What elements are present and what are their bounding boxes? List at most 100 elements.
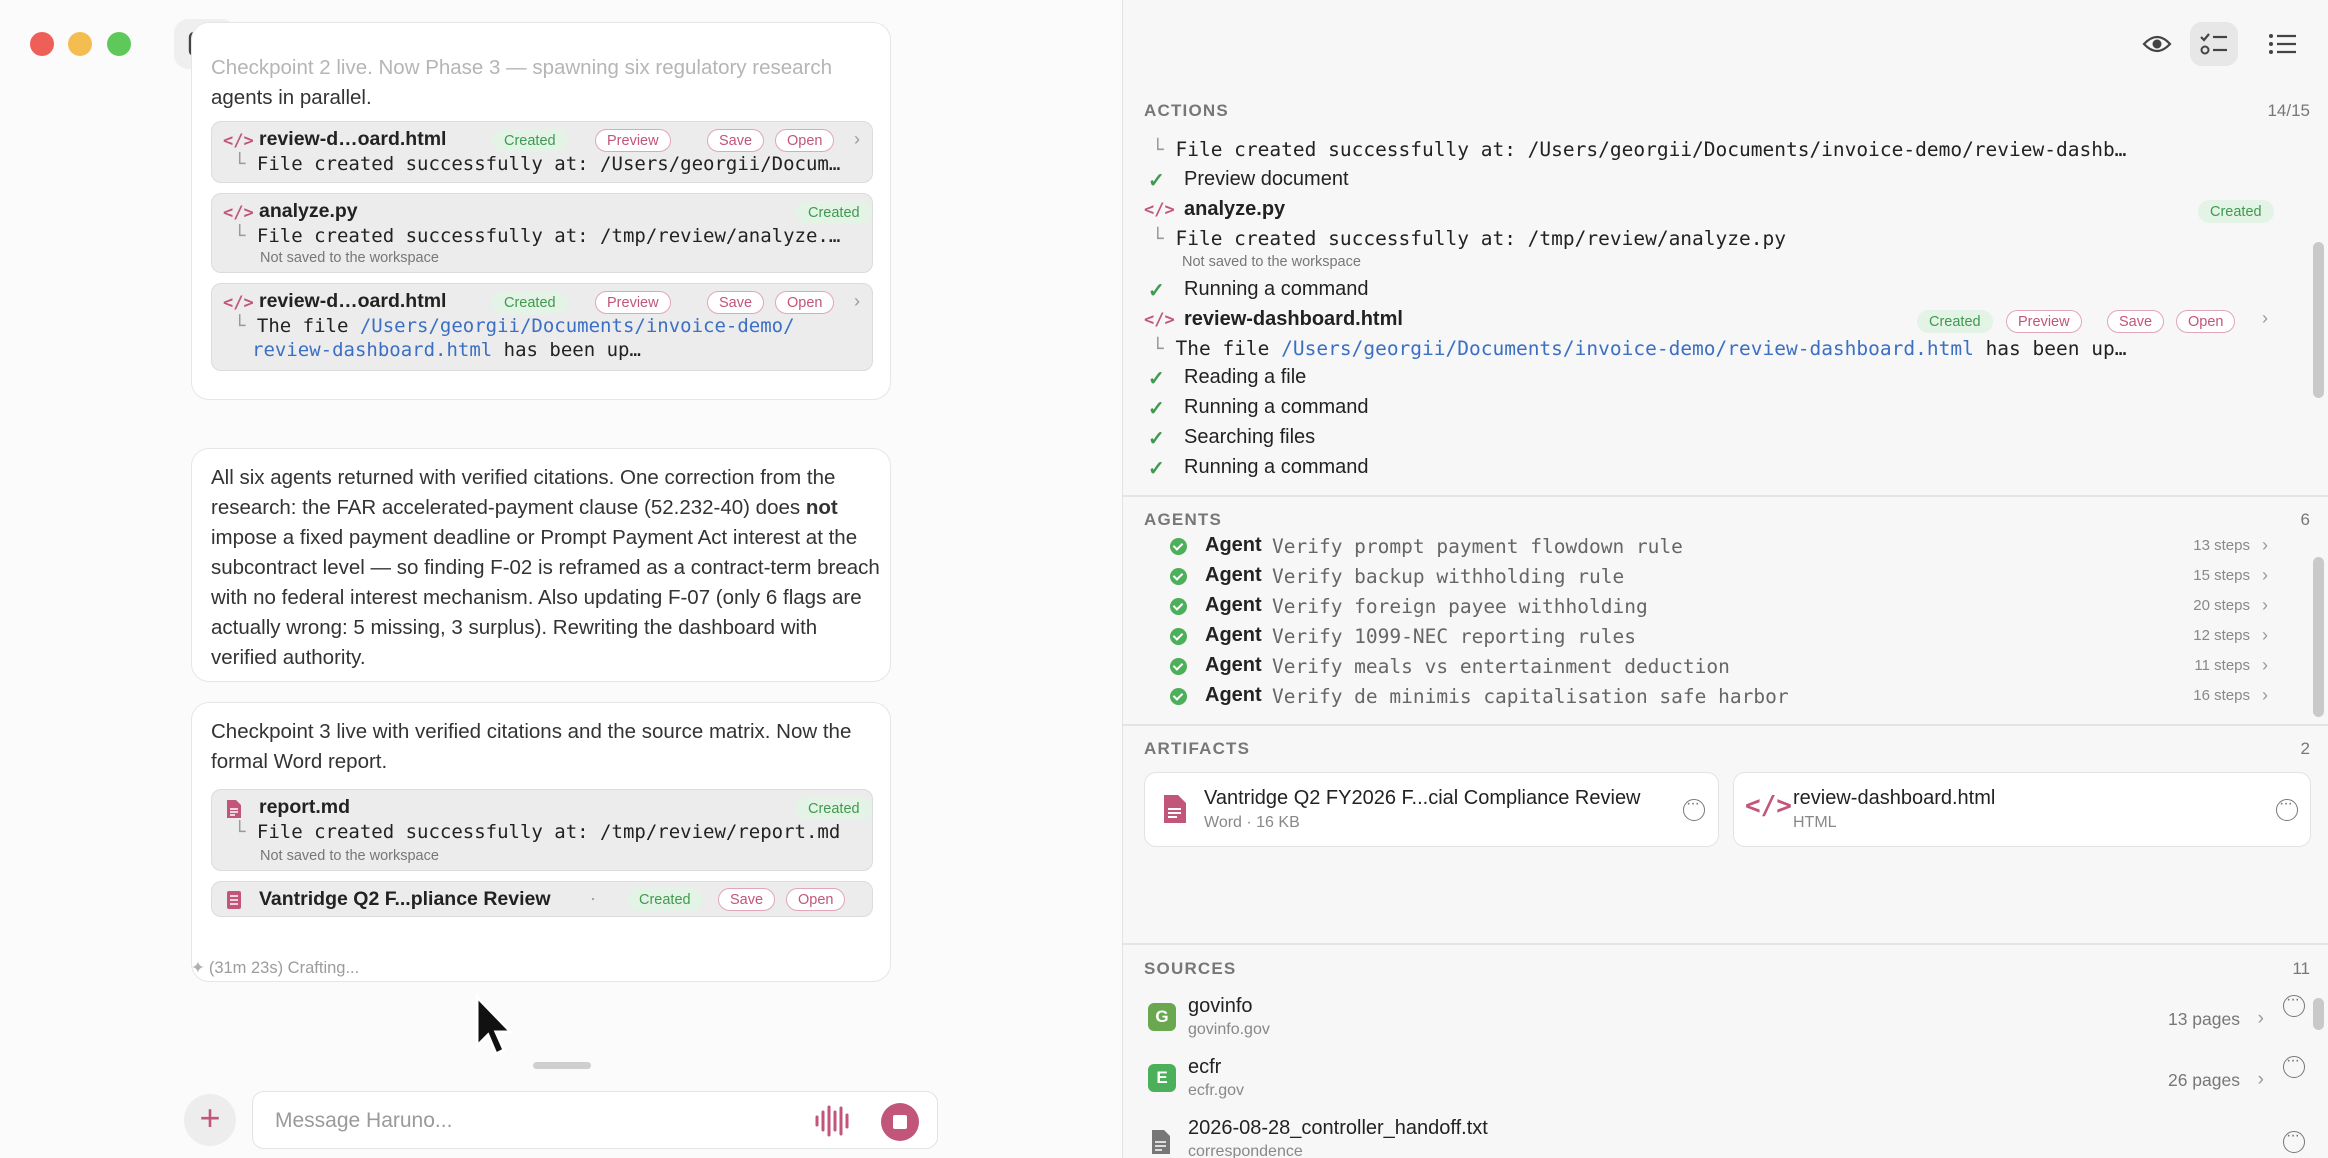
file-link[interactable]: /Users/georgii/Documents/invoice-demo/	[360, 315, 795, 337]
actions-count: 14/15	[2267, 101, 2310, 120]
stop-generation-button[interactable]	[881, 1103, 919, 1141]
checkmark-icon: ✓	[1148, 170, 1165, 192]
code-icon: </>	[1144, 200, 1175, 220]
tool-output-continued: review-dashboard.html has been up…	[252, 339, 641, 361]
chat-pane: invoice-demo Checkpoint 2 live. Now Phas…	[0, 0, 1122, 1158]
open-button[interactable]: Open	[786, 888, 846, 911]
word-document-icon	[227, 891, 241, 909]
save-button[interactable]: Save	[707, 291, 765, 314]
status-indicator: ✦ (31m 23s) Crafting...	[191, 959, 360, 977]
list-icon	[2269, 34, 2296, 54]
tool-output: └ The file /Users/georgii/Documents/invo…	[234, 315, 795, 337]
agent-row[interactable]: Agent Verify prompt payment flowdown rule…	[1144, 536, 2304, 563]
created-badge: Created	[796, 201, 872, 224]
checkmark-icon: ✓	[1148, 458, 1165, 480]
save-button[interactable]: Save	[2107, 310, 2165, 333]
composer	[252, 1091, 938, 1149]
sparkle-icon: ✦	[191, 959, 205, 977]
plus-icon: +	[199, 1097, 221, 1138]
created-badge: Created	[2198, 200, 2274, 223]
sources-count: 11	[2292, 959, 2310, 978]
agents-scrollbar[interactable]	[2313, 557, 2324, 717]
chevron-right-icon: ›	[2257, 1008, 2264, 1029]
source-row[interactable]: G govinfo govinfo.gov 13 pages ›	[1144, 991, 2314, 1051]
sources-scrollbar[interactable]	[2313, 998, 2324, 1030]
resize-handle[interactable]	[533, 1062, 591, 1069]
assistant-message: All six agents returned with verified ci…	[191, 448, 891, 682]
code-icon: </>	[1745, 791, 1792, 821]
tool-note: Not saved to the workspace	[260, 848, 439, 864]
open-button[interactable]: Open	[775, 129, 835, 152]
outline-toggle-button[interactable]	[2259, 22, 2307, 66]
chevron-right-icon[interactable]: ›	[2262, 308, 2268, 329]
more-options-icon[interactable]	[2283, 991, 2305, 1017]
agent-row[interactable]: Agent Verify de minimis capitalisation sa…	[1144, 683, 2304, 713]
agent-row[interactable]: Agent Verify 1099-NEC reporting rules 12 s…	[1144, 623, 2304, 653]
file-link[interactable]: review-dashboard.html	[252, 339, 492, 361]
file-tool-row[interactable]: Vantridge Q2 F...pliance Review · Create…	[211, 881, 873, 917]
chevron-right-icon: ›	[2262, 595, 2268, 615]
preview-button[interactable]: Preview	[595, 291, 671, 314]
assistant-message: Checkpoint 3 live with verified citation…	[191, 702, 891, 982]
message-text: Checkpoint 3 live with verified citation…	[211, 720, 852, 773]
agent-row[interactable]: Agent Verify backup withholding rule 15 st…	[1144, 563, 2304, 593]
tool-output: └ File created successfully at: /tmp/rev…	[234, 225, 841, 247]
chevron-right-icon: ›	[2262, 625, 2268, 645]
actions-scrollbar[interactable]	[2313, 242, 2324, 398]
chevron-right-icon: ›	[2262, 685, 2268, 705]
section-divider	[1123, 943, 2328, 945]
chat-transcript[interactable]: Checkpoint 2 live. Now Phase 3 — spawnin…	[0, 22, 1122, 1052]
agents-section-header: AGENTS	[1144, 510, 1223, 529]
artifact-card[interactable]: Vantridge Q2 FY2026 F...cial Compliance …	[1144, 772, 1719, 847]
add-attachment-button[interactable]: +	[184, 1094, 236, 1146]
save-button[interactable]: Save	[707, 129, 765, 152]
source-row[interactable]: 2026-08-28_controller_handoff.txt corres…	[1144, 1113, 2314, 1158]
more-options-icon[interactable]	[2276, 795, 2298, 821]
actions-list[interactable]: └ File created successfully at: /Users/g…	[1123, 130, 2328, 495]
chevron-right-icon: ›	[2257, 1069, 2264, 1090]
agents-list[interactable]: Agent Verify prompt payment flowdown rule…	[1123, 536, 2328, 724]
file-link[interactable]: /Users/georgii/Documents/invoice-demo/re…	[1281, 337, 1974, 360]
more-options-icon[interactable]	[2283, 1127, 2305, 1153]
artifact-card[interactable]: </> review-dashboard.html HTML	[1733, 772, 2311, 847]
created-badge: Created	[1917, 310, 1993, 333]
more-options-icon[interactable]	[1683, 795, 1705, 821]
checkmark-icon: ✓	[1148, 368, 1165, 390]
code-icon: </>	[223, 203, 254, 223]
check-circle-icon	[1170, 598, 1187, 615]
document-icon	[227, 800, 241, 818]
checkmark-icon: ✓	[1148, 280, 1165, 302]
agents-count: 6	[2300, 510, 2310, 529]
checklist-toggle-button[interactable]	[2190, 22, 2238, 66]
open-button[interactable]: Open	[2176, 310, 2236, 333]
check-circle-icon	[1170, 628, 1187, 645]
agent-row[interactable]: Agent Verify foreign payee withholding 20 …	[1144, 593, 2304, 623]
created-badge: Created	[796, 797, 872, 820]
created-badge: Created	[492, 129, 568, 152]
tool-output: └ File created successfully at: /tmp/rev…	[234, 821, 841, 843]
agent-row[interactable]: Agent Verify meals vs entertainment deduc…	[1144, 653, 2304, 683]
message-input[interactable]	[275, 1106, 795, 1136]
eye-icon	[2142, 35, 2172, 53]
file-tool-row[interactable]: </> review-d…oard.html Created Preview S…	[211, 283, 873, 371]
chevron-right-icon: ›	[2262, 536, 2268, 555]
artifacts-section-header: ARTIFACTS	[1144, 739, 1251, 758]
document-icon	[1164, 795, 1186, 823]
artifacts-count: 2	[2300, 739, 2310, 758]
file-tool-row[interactable]: </> analyze.py Created └ File created su…	[211, 193, 873, 273]
assistant-message: Checkpoint 2 live. Now Phase 3 — spawnin…	[191, 22, 891, 400]
file-name: review-d…oard.html	[259, 128, 447, 150]
chevron-right-icon[interactable]: ›	[854, 129, 860, 150]
file-tool-row[interactable]: </> review-d…oard.html Created Preview S…	[211, 121, 873, 183]
open-button[interactable]: Open	[775, 291, 835, 314]
preview-button[interactable]: Preview	[595, 129, 671, 152]
more-options-icon[interactable]	[2283, 1052, 2305, 1078]
file-tool-row[interactable]: report.md Created └ File created success…	[211, 789, 873, 871]
checkmark-icon: ✓	[1148, 398, 1165, 420]
chevron-right-icon[interactable]: ›	[854, 291, 860, 312]
save-button[interactable]: Save	[718, 888, 776, 911]
source-row[interactable]: E ecfr ecfr.gov 26 pages ›	[1144, 1052, 2314, 1112]
voice-waveform-icon[interactable]	[813, 1103, 853, 1139]
preview-button[interactable]: Preview	[2006, 310, 2082, 333]
preview-toggle-button[interactable]	[2133, 22, 2181, 66]
